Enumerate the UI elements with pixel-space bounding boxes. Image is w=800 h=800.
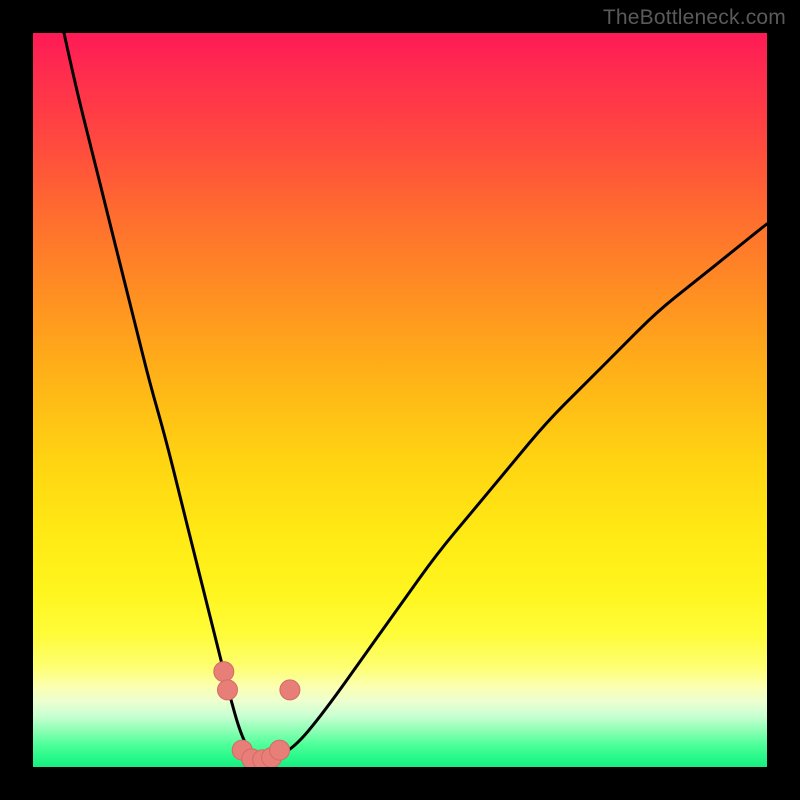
data-marker bbox=[218, 680, 238, 700]
chart-svg bbox=[33, 33, 767, 767]
data-markers bbox=[214, 662, 300, 767]
bottleneck-curve bbox=[48, 33, 767, 759]
watermark-text: TheBottleneck.com bbox=[603, 6, 786, 30]
data-marker bbox=[280, 680, 300, 700]
plot-area bbox=[33, 33, 767, 767]
data-marker bbox=[214, 662, 234, 682]
data-marker bbox=[270, 740, 290, 760]
chart-frame: TheBottleneck.com bbox=[0, 0, 800, 800]
